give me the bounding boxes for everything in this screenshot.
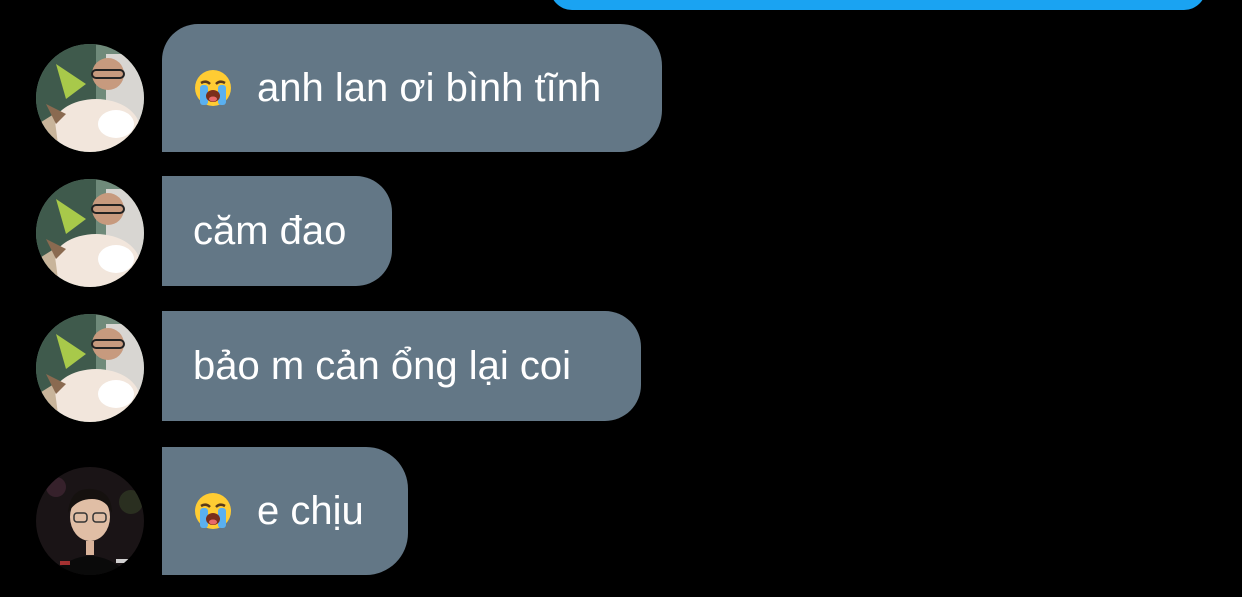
loudly-crying-face-icon	[193, 68, 233, 108]
outgoing-message-bubble[interactable]	[550, 0, 1206, 10]
avatar[interactable]	[36, 314, 144, 422]
message-text: bảo m cản ổng lại coi	[193, 344, 572, 388]
loudly-crying-face-icon	[193, 491, 233, 531]
avatar[interactable]	[36, 467, 144, 575]
message-bubble[interactable]: e chịu	[162, 447, 408, 575]
avatar-cat-photo	[36, 44, 144, 152]
avatar[interactable]	[36, 44, 144, 152]
avatar-cat-photo	[36, 179, 144, 287]
message-bubble[interactable]: căm đao	[162, 176, 392, 286]
avatar-person-photo	[36, 467, 144, 575]
avatar-cat-photo	[36, 314, 144, 422]
avatar[interactable]	[36, 179, 144, 287]
message-bubble[interactable]: anh lan ơi bình tĩnh	[162, 24, 662, 152]
message-text: e chịu	[257, 489, 364, 533]
message-text: căm đao	[193, 209, 347, 253]
message-bubble[interactable]: bảo m cản ổng lại coi	[162, 311, 641, 421]
message-text: anh lan ơi bình tĩnh	[257, 66, 602, 110]
